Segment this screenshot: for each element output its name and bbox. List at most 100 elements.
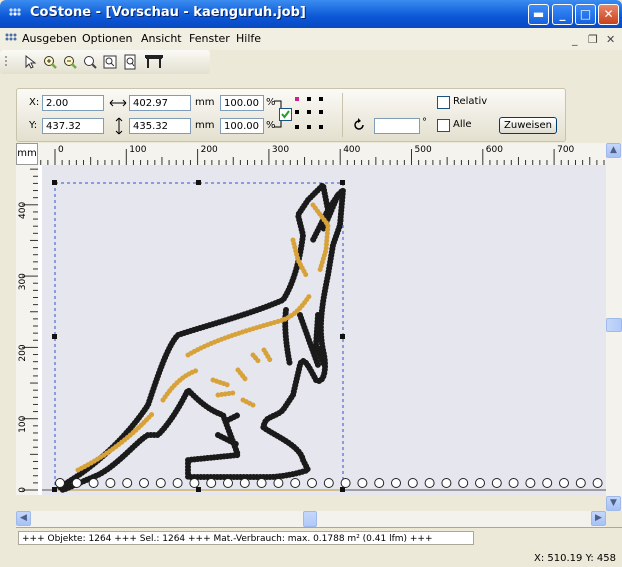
width-arrow-icon <box>109 99 127 107</box>
table-icon[interactable] <box>144 54 164 70</box>
scroll-down-icon[interactable]: ▼ <box>606 496 621 511</box>
handle-bottom-left[interactable] <box>52 487 57 492</box>
baseline-circle-marker <box>239 478 250 488</box>
mdi-minimize-icon[interactable]: _ <box>572 33 578 46</box>
checkmark-icon <box>281 110 290 119</box>
close-button[interactable]: ✕ <box>598 4 619 25</box>
baseline-circle-marker <box>374 478 385 488</box>
app-icon <box>9 8 21 16</box>
width-unit: mm <box>195 97 215 108</box>
menu-ausgeben[interactable]: Ausgeben <box>22 32 77 45</box>
horizontal-scrollbar[interactable]: ◀ ▶ <box>16 511 606 527</box>
ref-point-center[interactable] <box>307 110 311 114</box>
handle-top-center[interactable] <box>196 180 201 185</box>
y-input[interactable]: 437.32 <box>42 118 104 134</box>
reference-point-grid[interactable] <box>293 95 337 133</box>
menu-optionen[interactable]: Optionen <box>82 32 132 45</box>
baseline-circle-marker <box>475 478 485 488</box>
vertical-scroll-thumb[interactable] <box>606 318 622 332</box>
minimize-button[interactable]: _ <box>552 4 573 25</box>
baseline-circle-marker <box>458 478 469 488</box>
gold-stone-infill <box>75 202 331 473</box>
transform-toolbar: X: 2.00 Y: 437.32 402.97 435.32 mm mm 10… <box>16 88 566 142</box>
baseline-circle-marker <box>206 478 217 488</box>
zoom-in-icon[interactable] <box>42 54 58 70</box>
mdi-restore-icon[interactable]: ❐ <box>588 33 598 46</box>
mdi-close-icon[interactable]: ✕ <box>606 33 615 46</box>
handle-top-left[interactable] <box>52 180 57 185</box>
baseline-circle-marker <box>525 478 536 488</box>
ref-point-top-center[interactable] <box>307 97 311 101</box>
mdi-restore-button[interactable]: ▬ <box>528 4 549 25</box>
baseline-circle-marker <box>290 478 301 488</box>
keep-proportions-checkbox[interactable] <box>279 108 292 121</box>
status-text: +++ Objekte: 1264 +++ Sel.: 1264 +++ Mat… <box>18 531 474 545</box>
preview-canvas[interactable] <box>38 165 606 495</box>
baseline-circle-marker <box>189 478 200 488</box>
all-checkbox[interactable] <box>437 119 450 132</box>
handle-top-right[interactable] <box>340 180 345 185</box>
baseline-circle-marker <box>88 478 99 488</box>
zoom-icon[interactable] <box>82 54 98 70</box>
baseline-circle-marker <box>424 478 435 488</box>
baseline-circle-marker <box>407 478 418 488</box>
view-toolbar <box>0 50 210 74</box>
handle-middle-right[interactable] <box>340 334 345 339</box>
cursor-coordinates: X: 510.19 Y: 458 <box>534 553 616 564</box>
ref-point-bottom-right[interactable] <box>319 125 323 129</box>
close-icon: ✕ <box>603 7 614 21</box>
scale-x-input[interactable]: 100.00 <box>220 95 264 111</box>
rotate-icon <box>354 118 364 130</box>
menu-fenster[interactable]: Fenster <box>189 32 230 45</box>
zoom-page-icon[interactable] <box>122 54 138 70</box>
vertical-scrollbar[interactable]: ▲ ▼ <box>606 143 622 511</box>
relative-checkbox[interactable] <box>437 96 450 109</box>
handle-bottom-center[interactable] <box>196 487 201 492</box>
horizontal-scroll-thumb[interactable] <box>303 511 317 527</box>
ref-point-bottom-center[interactable] <box>307 125 311 129</box>
baseline-circle-marker <box>575 478 586 488</box>
ref-point-bottom-left[interactable] <box>295 125 299 129</box>
baseline-circle-marker <box>357 478 368 488</box>
scroll-up-icon[interactable]: ▲ <box>606 143 621 158</box>
zoom-out-icon[interactable] <box>62 54 78 70</box>
ruler-label: 0 <box>18 487 28 493</box>
scroll-left-icon[interactable]: ◀ <box>16 511 31 526</box>
ref-point-top-right[interactable] <box>319 97 323 101</box>
y-label: Y: <box>29 120 38 131</box>
menu-hilfe[interactable]: Hilfe <box>236 32 261 45</box>
ruler-label: 0 <box>58 145 64 155</box>
ref-point-middle-right[interactable] <box>319 110 323 114</box>
document-icon[interactable] <box>4 32 18 46</box>
assign-button[interactable]: Zuweisen <box>499 117 557 134</box>
height-input[interactable]: 435.32 <box>129 118 191 134</box>
maximize-button[interactable]: □ <box>575 4 596 25</box>
separator <box>342 93 343 137</box>
ruler-unit[interactable]: mm <box>16 143 38 165</box>
rotation-input[interactable] <box>374 118 420 134</box>
relative-label: Relativ <box>453 96 488 107</box>
baseline-circle-marker <box>323 478 334 488</box>
vertical-ruler: 400 300 200 100 0 <box>16 165 39 495</box>
kangaroo-design[interactable] <box>38 165 606 495</box>
zoom-fit-icon[interactable] <box>102 54 118 70</box>
dark-stone-outline <box>57 182 346 493</box>
baseline-circle-marker <box>122 478 133 488</box>
ref-point-top-left[interactable] <box>295 97 299 101</box>
ruler-label: 500 <box>415 145 432 155</box>
ruler-label: 200 <box>18 344 28 361</box>
ruler-label: 700 <box>557 145 574 155</box>
pointer-icon[interactable] <box>22 54 38 70</box>
x-label: X: <box>29 97 40 108</box>
baseline-circle-marker <box>592 478 603 488</box>
baseline-circle-marker <box>273 478 284 488</box>
scale-y-input[interactable]: 100.00 <box>220 118 264 134</box>
scroll-right-icon[interactable]: ▶ <box>591 511 606 526</box>
baseline-circle-marker <box>542 478 553 488</box>
x-input[interactable]: 2.00 <box>42 95 104 111</box>
ref-point-middle-left[interactable] <box>295 110 299 114</box>
handle-middle-left[interactable] <box>52 334 57 339</box>
menu-ansicht[interactable]: Ansicht <box>141 32 182 45</box>
title-bar[interactable]: CoStone - [Vorschau - kaenguruh.job] ▬ _… <box>0 0 622 28</box>
width-input[interactable]: 402.97 <box>129 95 191 111</box>
